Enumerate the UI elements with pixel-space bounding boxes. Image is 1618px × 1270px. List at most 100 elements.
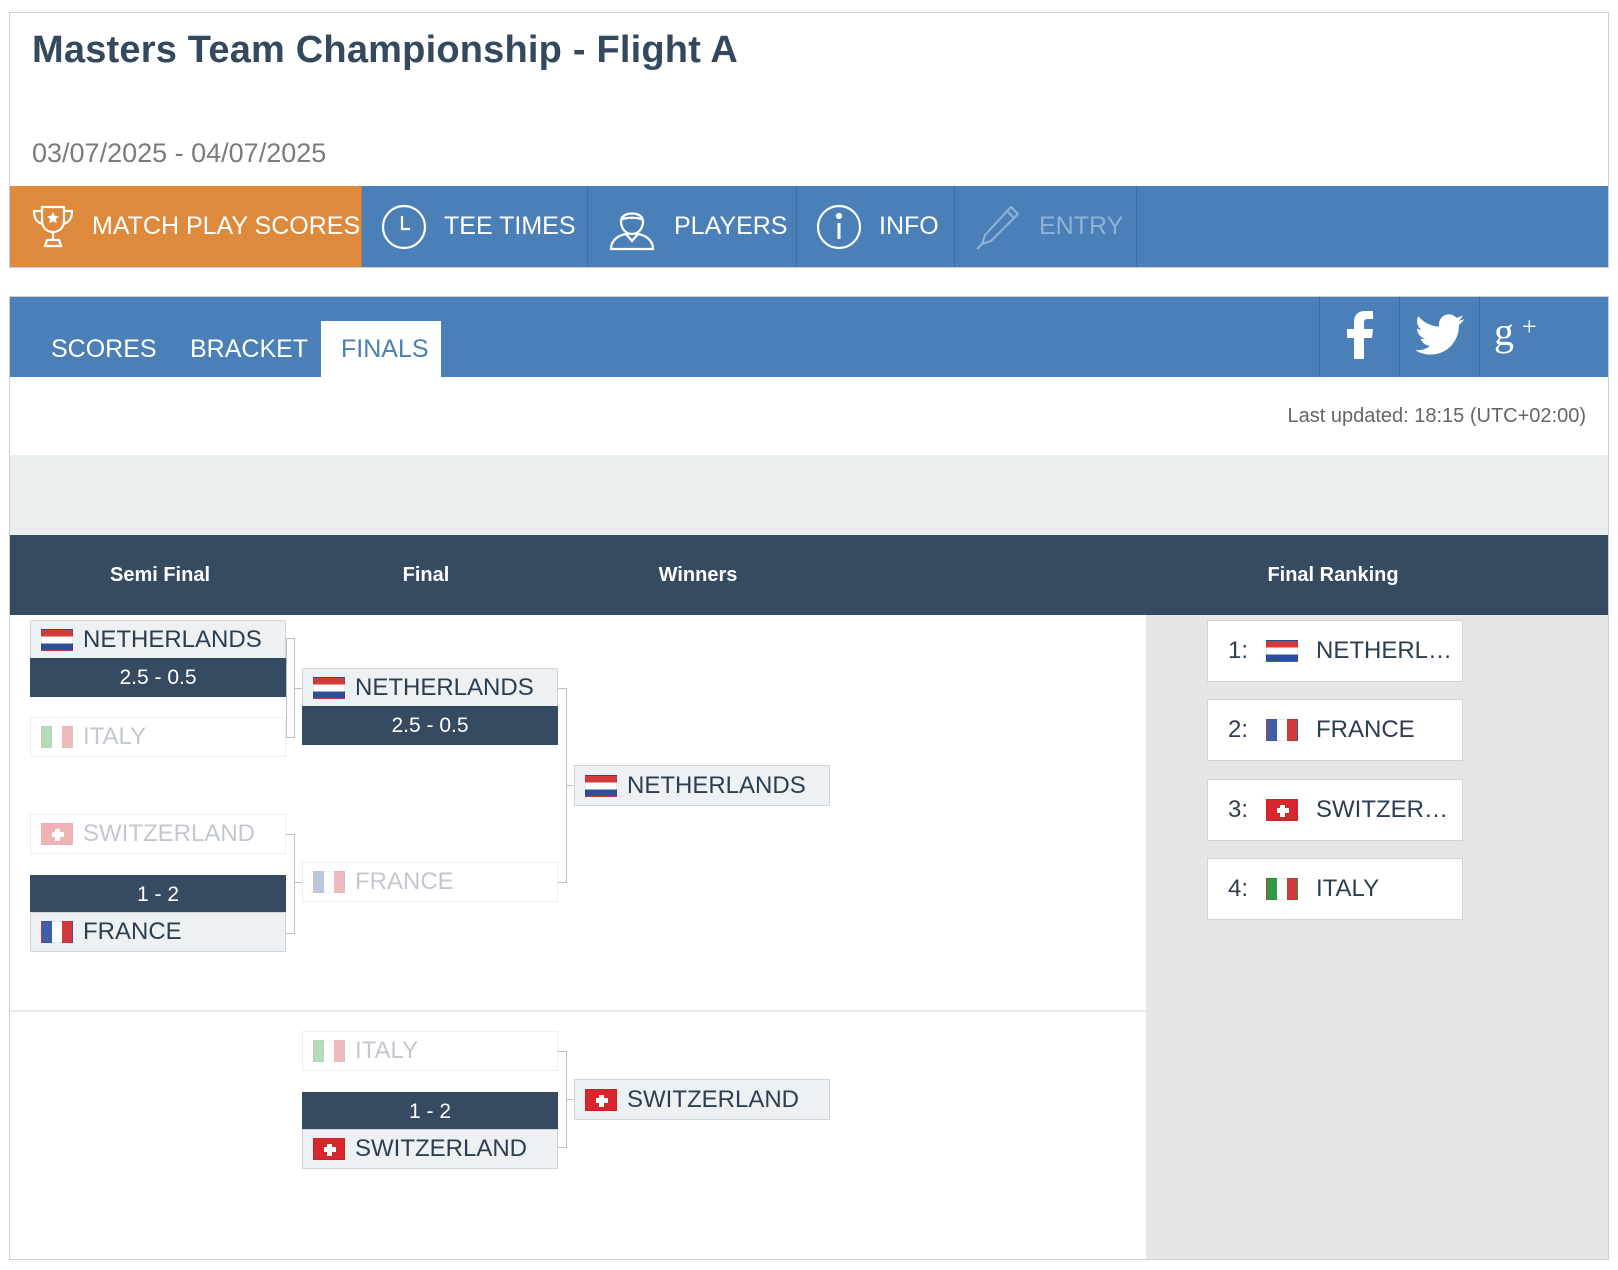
column-header-bar: Semi Final Final Winners Final Ranking — [10, 535, 1608, 615]
final-team-netherlands[interactable]: NETHERLANDS — [302, 668, 558, 708]
italy-flag-icon — [41, 726, 73, 748]
switzerland-flag-icon — [313, 1138, 345, 1160]
rank-team: ITALY — [1316, 875, 1380, 902]
rank-team: NETHERL… — [1316, 637, 1453, 664]
facebook-button[interactable] — [1319, 297, 1399, 377]
connector-line — [286, 933, 294, 934]
connector-line — [566, 785, 574, 786]
rank-position: 4: — [1228, 875, 1249, 902]
page-title: Masters Team Championship - Flight A — [32, 29, 739, 71]
player-icon — [606, 199, 658, 255]
last-updated: Last updated: 18:15 (UTC+02:00) — [1287, 405, 1586, 427]
google-plus-button[interactable]: g + — [1479, 297, 1559, 377]
netherlands-flag-icon — [585, 774, 617, 797]
nav-entry[interactable]: ENTRY — [955, 186, 1137, 267]
rank-position: 3: — [1228, 796, 1249, 823]
semi1-team-netherlands[interactable]: NETHERLANDS — [30, 620, 286, 660]
final-team-france[interactable]: FRANCE — [302, 862, 558, 902]
connector-line — [286, 638, 287, 738]
tab-bracket[interactable]: BRACKET — [170, 321, 328, 377]
rank-position: 2: — [1228, 716, 1249, 743]
ranking-row[interactable]: 4: ITALY — [1207, 858, 1463, 920]
nav-info[interactable]: INFO — [797, 186, 955, 267]
nav-label: MATCH PLAY SCORES — [92, 212, 361, 240]
team-name: NETHERLANDS — [83, 626, 262, 653]
third-place-winner-switzerland[interactable]: SWITZERLAND — [574, 1079, 830, 1120]
nav-tee-times[interactable]: TEE TIMES — [362, 186, 588, 267]
semi2-score: 1 - 2 — [30, 875, 286, 914]
france-flag-icon — [313, 871, 345, 893]
team-name: FRANCE — [83, 918, 182, 945]
semi1-team-italy[interactable]: ITALY — [30, 717, 286, 757]
ranking-row[interactable]: 1: NETHERL… — [1207, 620, 1463, 682]
netherlands-flag-icon — [1266, 640, 1298, 662]
section-divider — [10, 1010, 1146, 1012]
team-name: ITALY — [83, 723, 147, 750]
third-place-score: 1 - 2 — [302, 1092, 558, 1131]
switzerland-flag-icon — [585, 1088, 617, 1111]
twitter-button[interactable] — [1399, 297, 1479, 377]
info-icon — [815, 199, 863, 255]
connector-line — [558, 882, 566, 883]
team-name: FRANCE — [355, 868, 454, 895]
col-semi-final: Semi Final — [109, 564, 211, 586]
team-name: SWITZERLAND — [627, 1085, 800, 1113]
team-name: SWITZERLAND — [83, 820, 256, 847]
twitter-icon — [1414, 313, 1465, 361]
nav-label: INFO — [879, 212, 939, 240]
rank-position: 1: — [1228, 637, 1249, 664]
connector-line — [294, 688, 302, 689]
switzerland-flag-icon — [41, 823, 73, 845]
pencil-icon — [973, 199, 1023, 255]
team-name: SWITZERLAND — [355, 1135, 528, 1162]
clock-icon — [380, 199, 428, 255]
connector-line — [558, 1051, 566, 1052]
ranking-row[interactable]: 3: SWITZER… — [1207, 779, 1463, 841]
connector-line — [294, 882, 302, 883]
team-name: NETHERLANDS — [627, 771, 806, 799]
semi2-team-france[interactable]: FRANCE — [30, 912, 286, 952]
col-final-ranking: Final Ranking — [1267, 564, 1399, 586]
nav-label: TEE TIMES — [444, 212, 576, 240]
rank-team: FRANCE — [1316, 716, 1415, 743]
spacer-band — [10, 455, 1608, 535]
facebook-icon — [1345, 310, 1375, 364]
netherlands-flag-icon — [41, 629, 73, 651]
svg-text:g: g — [1494, 311, 1514, 354]
tab-scores[interactable]: SCORES — [31, 321, 177, 377]
rank-team: SWITZER… — [1316, 796, 1448, 823]
nav-match-play-scores[interactable]: MATCH PLAY SCORES — [10, 186, 362, 267]
netherlands-flag-icon — [313, 677, 345, 699]
semi1-score: 2.5 - 0.5 — [30, 658, 286, 697]
google-plus-icon: g + — [1492, 309, 1548, 364]
nav-label: PLAYERS — [674, 212, 788, 240]
col-final: Final — [402, 564, 450, 586]
semi2-team-switzerland[interactable]: SWITZERLAND — [30, 814, 286, 854]
finals-panel: SCORES BRACKET FINALS g + Last updated: … — [9, 296, 1609, 1260]
col-winners: Winners — [658, 564, 738, 586]
final-score: 2.5 - 0.5 — [302, 706, 558, 745]
sub-nav: SCORES BRACKET FINALS g + — [10, 297, 1608, 377]
connector-line — [558, 688, 566, 689]
italy-flag-icon — [313, 1040, 345, 1062]
ranking-row[interactable]: 2: FRANCE — [1207, 699, 1463, 761]
france-flag-icon — [41, 921, 73, 943]
winner-netherlands[interactable]: NETHERLANDS — [574, 765, 830, 806]
connector-line — [558, 1147, 566, 1148]
switzerland-flag-icon — [1266, 799, 1298, 821]
event-dates: 03/07/2025 - 04/07/2025 — [32, 138, 327, 168]
event-header: Masters Team Championship - Flight A 03/… — [9, 12, 1609, 268]
connector-line — [286, 638, 294, 639]
connector-line — [566, 1099, 574, 1100]
third-place-team-italy[interactable]: ITALY — [302, 1031, 558, 1071]
france-flag-icon — [1266, 719, 1298, 741]
nav-players[interactable]: PLAYERS — [588, 186, 797, 267]
connector-line — [294, 834, 295, 934]
tab-finals[interactable]: FINALS — [321, 321, 441, 377]
connector-line — [286, 834, 294, 835]
italy-flag-icon — [1266, 878, 1298, 900]
trophy-icon — [28, 199, 78, 255]
third-place-team-switzerland[interactable]: SWITZERLAND — [302, 1129, 558, 1169]
team-name: NETHERLANDS — [355, 674, 534, 701]
connector-line — [286, 737, 294, 738]
